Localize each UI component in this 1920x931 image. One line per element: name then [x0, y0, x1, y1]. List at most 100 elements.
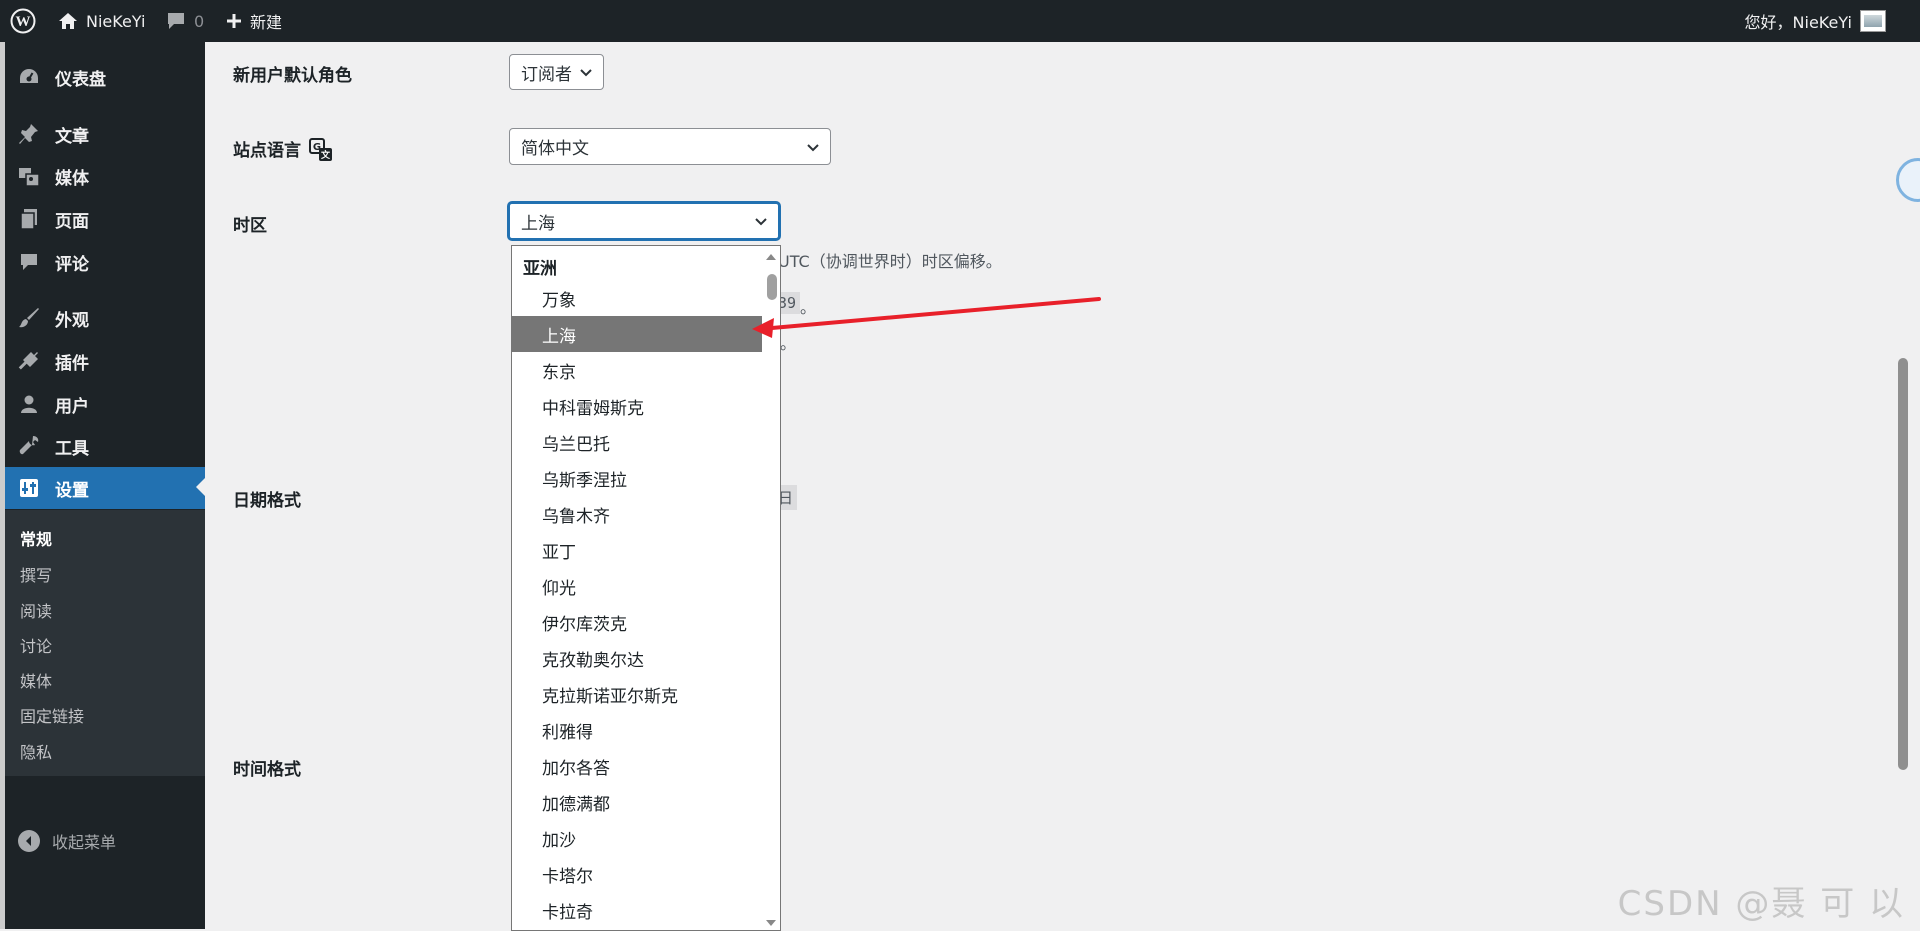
timezone-option[interactable]: 加沙 [512, 820, 762, 856]
timezone-option[interactable]: 伊尔库茨克 [512, 604, 762, 640]
page-scroll-thumb[interactable] [1898, 358, 1908, 770]
default-role-select[interactable]: 订阅者 [509, 54, 604, 90]
timezone-option[interactable]: 克孜勒奥尔达 [512, 640, 762, 676]
new-content-button[interactable]: 新建 [226, 0, 282, 42]
menu-media[interactable]: 媒体 [5, 156, 205, 196]
settings-submenu: 常规 撰写 阅读 讨论 媒体 固定链接 隐私 [5, 510, 205, 776]
date-format-label: 日期格式 [233, 491, 301, 511]
brush-icon [17, 306, 41, 330]
watermark: CSDN @聂 可 以 [1617, 884, 1905, 924]
site-name: NieKeYi [86, 11, 146, 31]
plus-icon [227, 14, 241, 28]
chevron-down-icon [580, 69, 592, 77]
menu-dashboard[interactable]: 仪表盘 [5, 57, 205, 97]
timezone-dropdown-list[interactable]: 亚洲 万象 上海 东京 中科雷姆斯克 乌兰巴托 乌斯季涅拉 乌鲁木齐 亚丁 仰光… [511, 245, 781, 931]
admin-sidebar: 仪表盘 文章 媒体 页面 评论 外观 插件 用户 工具 设置 常规 撰写 阅读 … [5, 42, 205, 929]
menu-label: 文章 [55, 126, 89, 147]
scroll-down-icon[interactable] [766, 920, 776, 926]
utc-time-period: 。 [800, 298, 817, 317]
timezone-option[interactable]: 加德满都 [512, 784, 762, 820]
translation-icon: G文 [309, 138, 332, 161]
site-language-label: 站点语言 [233, 141, 301, 161]
timezone-option[interactable]: 乌鲁木齐 [512, 496, 762, 532]
admin-bar: W NieKeYi 0 新建 您好，NieKeYi [0, 0, 1920, 42]
timezone-option[interactable]: 东京 [512, 352, 762, 388]
menu-appearance[interactable]: 外观 [5, 298, 205, 338]
timezone-option[interactable]: 亚丁 [512, 532, 762, 568]
menu-label: 页面 [55, 211, 89, 232]
timezone-option[interactable]: 卡塔尔 [512, 856, 762, 892]
menu-label: 仪表盘 [55, 69, 106, 90]
pin-icon [17, 122, 41, 146]
settings-icon [17, 476, 41, 500]
collapse-label: 收起菜单 [52, 833, 117, 852]
comment-icon [17, 250, 41, 274]
menu-settings[interactable]: 设置 [5, 467, 205, 509]
new-label: 新建 [250, 13, 283, 32]
site-name-link[interactable]: NieKeYi [58, 0, 145, 42]
svg-text:文: 文 [320, 149, 331, 161]
menu-label: 外观 [55, 310, 89, 331]
default-role-label: 新用户默认角色 [233, 66, 352, 86]
collapse-arrow-icon [18, 830, 40, 852]
timezone-option[interactable]: 加尔各答 [512, 748, 762, 784]
timezone-option-selected[interactable]: 上海 [512, 316, 762, 352]
page-icon [17, 207, 41, 231]
dropdown-scroll-thumb[interactable] [767, 274, 777, 300]
menu-label: 工具 [55, 438, 89, 459]
wordpress-logo-icon[interactable]: W [10, 0, 36, 42]
optgroup-asia: 亚洲 [523, 259, 557, 279]
scroll-up-icon[interactable] [766, 254, 776, 260]
submenu-privacy[interactable]: 隐私 [20, 741, 52, 765]
media-icon [17, 164, 41, 188]
menu-label: 设置 [55, 480, 89, 501]
collapse-menu-button[interactable]: 收起菜单 [5, 820, 205, 862]
avatar [1860, 10, 1886, 32]
wrench-icon [17, 434, 41, 458]
comments-link[interactable]: 0 [166, 0, 204, 42]
timezone-option[interactable]: 卡拉奇 [512, 892, 762, 928]
menu-plugins[interactable]: 插件 [5, 341, 205, 381]
greeting: 您好，NieKeYi [1744, 13, 1852, 32]
home-icon [59, 13, 77, 29]
menu-label: 用户 [55, 396, 89, 417]
comment-count: 0 [194, 11, 205, 31]
timezone-option[interactable]: 利雅得 [512, 712, 762, 748]
submenu-media[interactable]: 媒体 [20, 670, 52, 694]
menu-pages[interactable]: 页面 [5, 199, 205, 239]
timezone-label: 时区 [233, 216, 267, 236]
site-language-value: 简体中文 [521, 139, 589, 159]
timezone-select[interactable]: 上海 [508, 202, 780, 240]
menu-comments[interactable]: 评论 [5, 242, 205, 282]
my-account-menu[interactable]: 您好，NieKeYi [1745, 0, 1886, 42]
submenu-general[interactable]: 常规 [20, 528, 52, 552]
plugin-icon [17, 349, 41, 373]
menu-users[interactable]: 用户 [5, 384, 205, 424]
svg-text:W: W [16, 14, 31, 30]
dropdown-scrollbar[interactable] [762, 246, 780, 930]
menu-tools[interactable]: 工具 [5, 426, 205, 466]
time-format-label: 时间格式 [233, 760, 301, 780]
submenu-permalinks[interactable]: 固定链接 [20, 705, 84, 729]
submenu-discussion[interactable]: 讨论 [20, 635, 52, 659]
menu-label: 插件 [55, 353, 89, 374]
dashboard-icon [17, 65, 41, 89]
timezone-option[interactable]: 中科雷姆斯克 [512, 388, 762, 424]
timezone-option[interactable]: 仰光 [512, 568, 762, 604]
timezone-value: 上海 [521, 213, 555, 234]
timezone-option[interactable]: 万象 [512, 280, 762, 316]
submenu-writing[interactable]: 撰写 [20, 564, 52, 588]
site-language-select[interactable]: 简体中文 [509, 128, 831, 165]
menu-label: 评论 [55, 254, 89, 275]
timezone-option[interactable]: 克拉斯诺亚尔斯克 [512, 676, 762, 712]
user-icon [17, 392, 41, 416]
menu-posts[interactable]: 文章 [5, 114, 205, 154]
menu-label: 媒体 [55, 168, 89, 189]
chevron-down-icon [755, 218, 767, 226]
timezone-option[interactable]: 乌斯季涅拉 [512, 460, 762, 496]
timezone-description: UTC（协调世界时）时区偏移。 [778, 252, 1002, 271]
submenu-reading[interactable]: 阅读 [20, 600, 52, 624]
local-time-period: 。 [780, 334, 797, 353]
timezone-option[interactable]: 乌兰巴托 [512, 424, 762, 460]
default-role-value: 订阅者 [521, 64, 572, 85]
